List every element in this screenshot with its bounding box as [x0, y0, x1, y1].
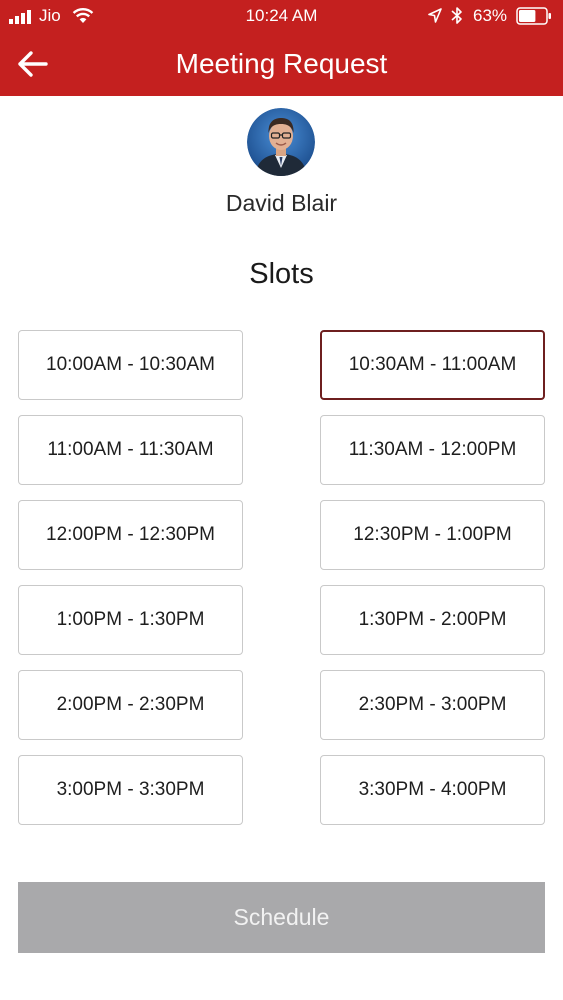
slots-grid: 10:00AM - 10:30AM 10:30AM - 11:00AM 11:0… — [18, 330, 545, 825]
slot-button[interactable]: 12:00PM - 12:30PM — [18, 500, 243, 570]
slot-button[interactable]: 11:30AM - 12:00PM — [320, 415, 545, 485]
avatar — [247, 108, 315, 176]
schedule-button[interactable]: Schedule — [18, 882, 545, 953]
contact-name: David Blair — [225, 190, 338, 216]
slot-button[interactable]: 1:00PM - 1:30PM — [18, 585, 243, 655]
slot-button[interactable]: 3:30PM - 4:00PM — [320, 755, 545, 825]
slot-button[interactable]: 3:00PM - 3:30PM — [18, 755, 243, 825]
slots-heading: Slots — [249, 258, 314, 290]
slot-button[interactable]: 10:30AM - 11:00AM — [320, 330, 545, 400]
slot-button[interactable]: 2:30PM - 3:00PM — [320, 670, 545, 740]
location-arrow-icon — [428, 8, 442, 23]
slot-button[interactable]: 12:30PM - 1:00PM — [320, 500, 545, 570]
avatar-photo — [247, 108, 315, 176]
bluetooth-icon — [451, 7, 462, 24]
app-header-bar: Jio 10:24 AM 63% Meeting Request — [0, 0, 563, 96]
nav-header: Meeting Request — [0, 32, 563, 96]
status-bar: Jio 10:24 AM 63% — [0, 0, 563, 32]
battery-percent: 63% — [473, 6, 508, 25]
page-title: Meeting Request — [175, 48, 388, 79]
battery-icon — [516, 7, 551, 25]
slot-button[interactable]: 10:00AM - 10:30AM — [18, 330, 243, 400]
slot-button[interactable]: 11:00AM - 11:30AM — [18, 415, 243, 485]
slot-button[interactable]: 2:00PM - 2:30PM — [18, 670, 243, 740]
slot-button[interactable]: 1:30PM - 2:00PM — [320, 585, 545, 655]
